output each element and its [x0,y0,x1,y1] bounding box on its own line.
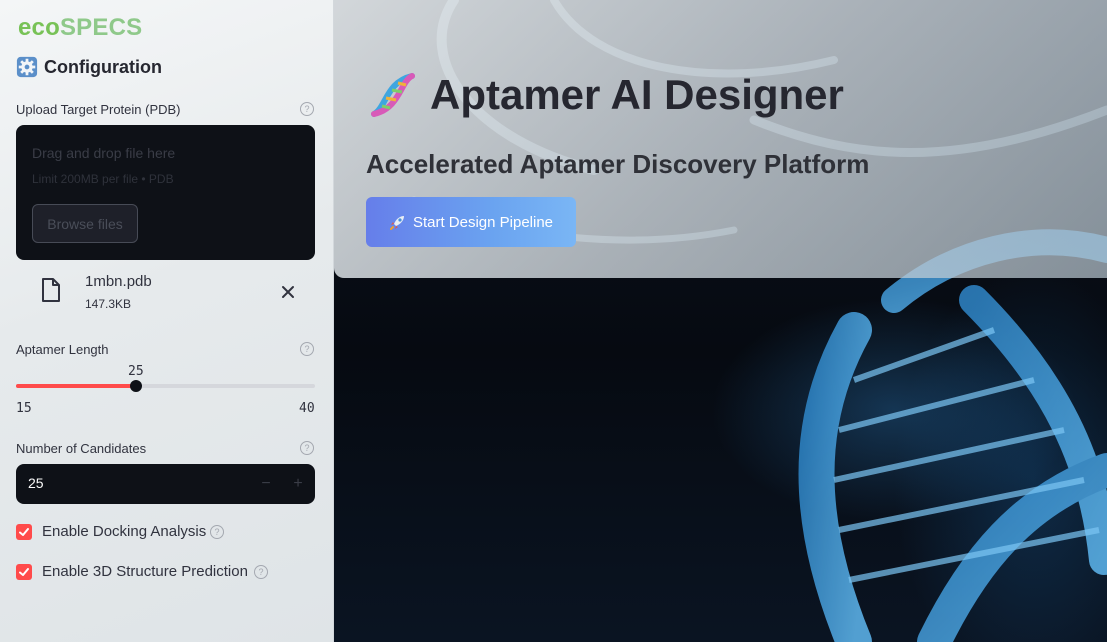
start-pipeline-button[interactable]: Start Design Pipeline [366,197,576,247]
start-pipeline-label[interactable]: Start Design Pipeline [413,214,553,231]
decrement-button[interactable]: − [250,464,282,504]
main-area: Aptamer AI Designer Accelerated Aptamer … [334,0,1107,642]
upload-label: Upload Target Protein (PDB) [16,102,181,117]
config-header: Configuration [16,56,162,78]
aptamer-length-slider[interactable] [16,380,315,392]
slider-value: 25 [128,364,144,379]
help-icon[interactable]: ? [254,565,268,579]
checkmark-icon [19,528,29,536]
browse-files-button[interactable]: Browse files [32,204,138,243]
sidebar: ecoSPECS Configuration Upload Target Pro… [0,0,334,642]
help-icon[interactable]: ? [300,102,314,116]
slider-fill [16,384,136,388]
help-icon[interactable]: ? [300,441,314,455]
dropzone-limit: Limit 200MB per file • PDB [32,172,174,186]
title-text: Aptamer AI Designer [430,71,844,118]
help-icon[interactable]: ? [210,525,224,539]
structure-label[interactable]: Enable 3D Structure Prediction [42,563,248,580]
page-title: Aptamer AI Designer [366,68,844,122]
file-name: 1mbn.pdb [85,273,152,290]
config-title: Configuration [44,56,162,77]
gear-icon [16,56,38,78]
slider-handle[interactable] [130,380,142,392]
candidates-input[interactable]: 25 − + [16,464,315,504]
file-size: 147.3KB [85,297,132,311]
docking-checkbox[interactable] [16,524,32,540]
candidates-label: Number of Candidates [16,441,147,456]
uploaded-file: 1mbn.pdb 147.3KB [16,268,315,316]
aptamer-length-label: Aptamer Length [16,342,109,357]
file-icon [42,278,60,302]
rocket-icon [389,216,404,230]
candidates-value[interactable]: 25 [28,475,44,491]
close-icon[interactable] [280,284,296,300]
brand-logo: ecoSPECS [18,14,142,42]
slider-min: 15 [16,401,32,416]
structure-checkbox[interactable] [16,564,32,580]
file-dropzone[interactable]: Drag and drop file here Limit 200MB per … [16,125,315,260]
help-icon[interactable]: ? [300,342,314,356]
checkmark-icon [19,568,29,576]
brand-specs: SPECS [59,14,143,41]
dna-icon [371,73,415,117]
increment-button[interactable]: + [282,464,314,504]
dropzone-text: Drag and drop file here [32,145,176,161]
page-subtitle: Accelerated Aptamer Discovery Platform [366,149,870,179]
docking-label[interactable]: Enable Docking Analysis [42,523,206,540]
brand-eco: eco [18,14,60,41]
slider-max: 40 [299,401,315,416]
hero-panel: Aptamer AI Designer Accelerated Aptamer … [334,0,1107,278]
